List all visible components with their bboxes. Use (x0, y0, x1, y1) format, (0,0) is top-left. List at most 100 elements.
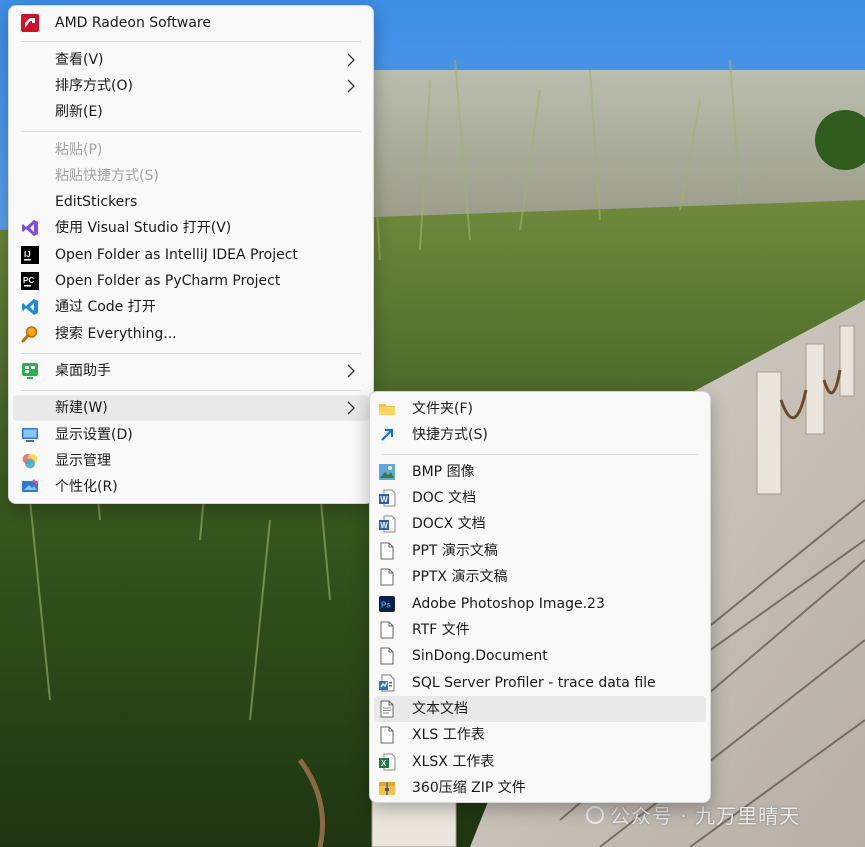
menu-item-label: 显示设置(D) (55, 427, 133, 443)
menu-item-label: 文件夹(F) (412, 401, 473, 417)
menu-item-amd-radeon[interactable]: AMD Radeon Software (13, 10, 369, 36)
menu-item-paste: 粘贴(P) (13, 137, 369, 163)
menu-item-label: 通过 Code 打开 (55, 299, 156, 315)
menu-item-label: 粘贴快捷方式(S) (55, 168, 159, 184)
menu-item-label: XLS 工作表 (412, 727, 485, 743)
menu-item-label: 桌面助手 (55, 363, 111, 379)
chevron-right-icon (347, 79, 355, 93)
menu-item-label: 360压缩 ZIP 文件 (412, 780, 526, 796)
menu-item-label: DOCX 文档 (412, 516, 486, 532)
menu-item-label: 排序方式(O) (55, 78, 133, 94)
menu-item-new[interactable]: 新建(W) (13, 395, 369, 421)
new-submenu: 文件夹(F) 快捷方式(S) BMP 图像 W DOC 文档 W DOCX 文档… (369, 391, 711, 803)
menu-item-label: AMD Radeon Software (55, 15, 211, 31)
word-docx-icon: W (378, 515, 396, 533)
svg-text:PC: PC (23, 276, 34, 285)
new-docx-item[interactable]: W DOCX 文档 (374, 511, 706, 537)
menu-item-open-visual-studio[interactable]: 使用 Visual Studio 打开(V) (13, 215, 369, 241)
menu-item-open-intellij[interactable]: IJ Open Folder as IntelliJ IDEA Project (13, 242, 369, 268)
chevron-right-icon (347, 364, 355, 378)
menu-item-label: 新建(W) (55, 400, 108, 416)
vscode-icon (21, 298, 39, 316)
new-text-document-item[interactable]: 文本文档 (374, 696, 706, 722)
blank-file-icon (378, 621, 396, 639)
menu-item-label: RTF 文件 (412, 622, 470, 638)
chevron-right-icon (347, 53, 355, 67)
new-zip-item[interactable]: 360压缩 ZIP 文件 (374, 775, 706, 801)
menu-item-open-vscode[interactable]: 通过 Code 打开 (13, 294, 369, 320)
desktop-context-menu: AMD Radeon Software 查看(V) 排序方式(O) 刷新(E) … (8, 5, 374, 504)
new-sindong-item[interactable]: SinDong.Document (374, 643, 706, 669)
watermark: 公众号 · 九万里晴天 (586, 800, 800, 829)
menu-item-label: XLSX 工作表 (412, 754, 495, 770)
word-doc-icon: W (378, 489, 396, 507)
menu-item-label: Open Folder as PyCharm Project (55, 273, 281, 289)
menu-item-sort-by[interactable]: 排序方式(O) (13, 73, 369, 99)
menu-item-label: 粘贴(P) (55, 142, 103, 158)
pycharm-icon: PC (21, 272, 39, 290)
menu-item-display-settings[interactable]: 显示设置(D) (13, 422, 369, 448)
shortcut-icon (378, 426, 396, 444)
menu-item-label: 查看(V) (55, 52, 104, 68)
personalize-icon (21, 478, 39, 496)
menu-item-personalize[interactable]: 个性化(R) (13, 474, 369, 500)
menu-item-label: 文本文档 (412, 701, 468, 717)
separator (21, 41, 361, 42)
menu-item-label: Adobe Photoshop Image.23 (412, 596, 605, 612)
menu-item-label: PPTX 演示文稿 (412, 569, 508, 585)
sql-profiler-icon (378, 674, 396, 692)
menu-item-label: DOC 文档 (412, 490, 477, 506)
menu-item-refresh[interactable]: 刷新(E) (13, 99, 369, 125)
folder-icon (378, 400, 396, 418)
svg-text:IJ: IJ (24, 250, 31, 259)
svg-text:W: W (380, 495, 388, 504)
photoshop-icon: Ps (378, 595, 396, 613)
text-file-icon (378, 700, 396, 718)
menu-item-label: 快捷方式(S) (412, 427, 488, 443)
blank-file-icon (378, 647, 396, 665)
new-shortcut-item[interactable]: 快捷方式(S) (374, 422, 706, 448)
display-manager-icon (21, 452, 39, 470)
chevron-right-icon (347, 401, 355, 415)
separator (21, 131, 361, 132)
separator (21, 390, 361, 391)
svg-text:X: X (381, 759, 387, 768)
display-settings-icon (21, 426, 39, 444)
menu-item-label: 显示管理 (55, 453, 111, 469)
watermark-text: 公众号 · 九万里晴天 (610, 804, 801, 828)
new-sql-profiler-item[interactable]: SQL Server Profiler - trace data file (374, 670, 706, 696)
menu-item-open-pycharm[interactable]: PC Open Folder as PyCharm Project (13, 268, 369, 294)
blank-file-icon (378, 726, 396, 744)
blank-file-icon (378, 542, 396, 560)
desktop-assistant-icon (21, 362, 39, 380)
new-xls-item[interactable]: XLS 工作表 (374, 722, 706, 748)
menu-item-desktop-assistant[interactable]: 桌面助手 (13, 358, 369, 384)
svg-text:Ps: Ps (381, 601, 391, 610)
new-pptx-item[interactable]: PPTX 演示文稿 (374, 564, 706, 590)
new-doc-item[interactable]: W DOC 文档 (374, 485, 706, 511)
new-ppt-item[interactable]: PPT 演示文稿 (374, 538, 706, 564)
svg-text:W: W (380, 521, 388, 530)
menu-item-label: 使用 Visual Studio 打开(V) (55, 220, 232, 236)
menu-item-search-everything[interactable]: 搜索 Everything... (13, 321, 369, 347)
menu-item-label: 搜索 Everything... (55, 326, 177, 342)
visual-studio-icon (21, 219, 39, 237)
menu-item-label: 个性化(R) (55, 479, 118, 495)
new-folder-item[interactable]: 文件夹(F) (374, 396, 706, 422)
menu-item-view[interactable]: 查看(V) (13, 47, 369, 73)
new-bmp-item[interactable]: BMP 图像 (374, 459, 706, 485)
menu-item-label: SinDong.Document (412, 648, 548, 664)
zip-archive-icon (378, 779, 396, 797)
new-rtf-item[interactable]: RTF 文件 (374, 617, 706, 643)
new-xlsx-item[interactable]: X XLSX 工作表 (374, 749, 706, 775)
separator (382, 454, 698, 455)
menu-item-display-manager[interactable]: 显示管理 (13, 448, 369, 474)
amd-icon (21, 14, 39, 32)
menu-item-label: SQL Server Profiler - trace data file (412, 675, 656, 691)
bmp-image-icon (378, 463, 396, 481)
blank-file-icon (378, 568, 396, 586)
menu-item-paste-shortcut: 粘贴快捷方式(S) (13, 163, 369, 189)
menu-item-editstickers[interactable]: EditStickers (13, 189, 369, 215)
menu-item-label: 刷新(E) (55, 104, 103, 120)
new-photoshop-item[interactable]: Ps Adobe Photoshop Image.23 (374, 591, 706, 617)
